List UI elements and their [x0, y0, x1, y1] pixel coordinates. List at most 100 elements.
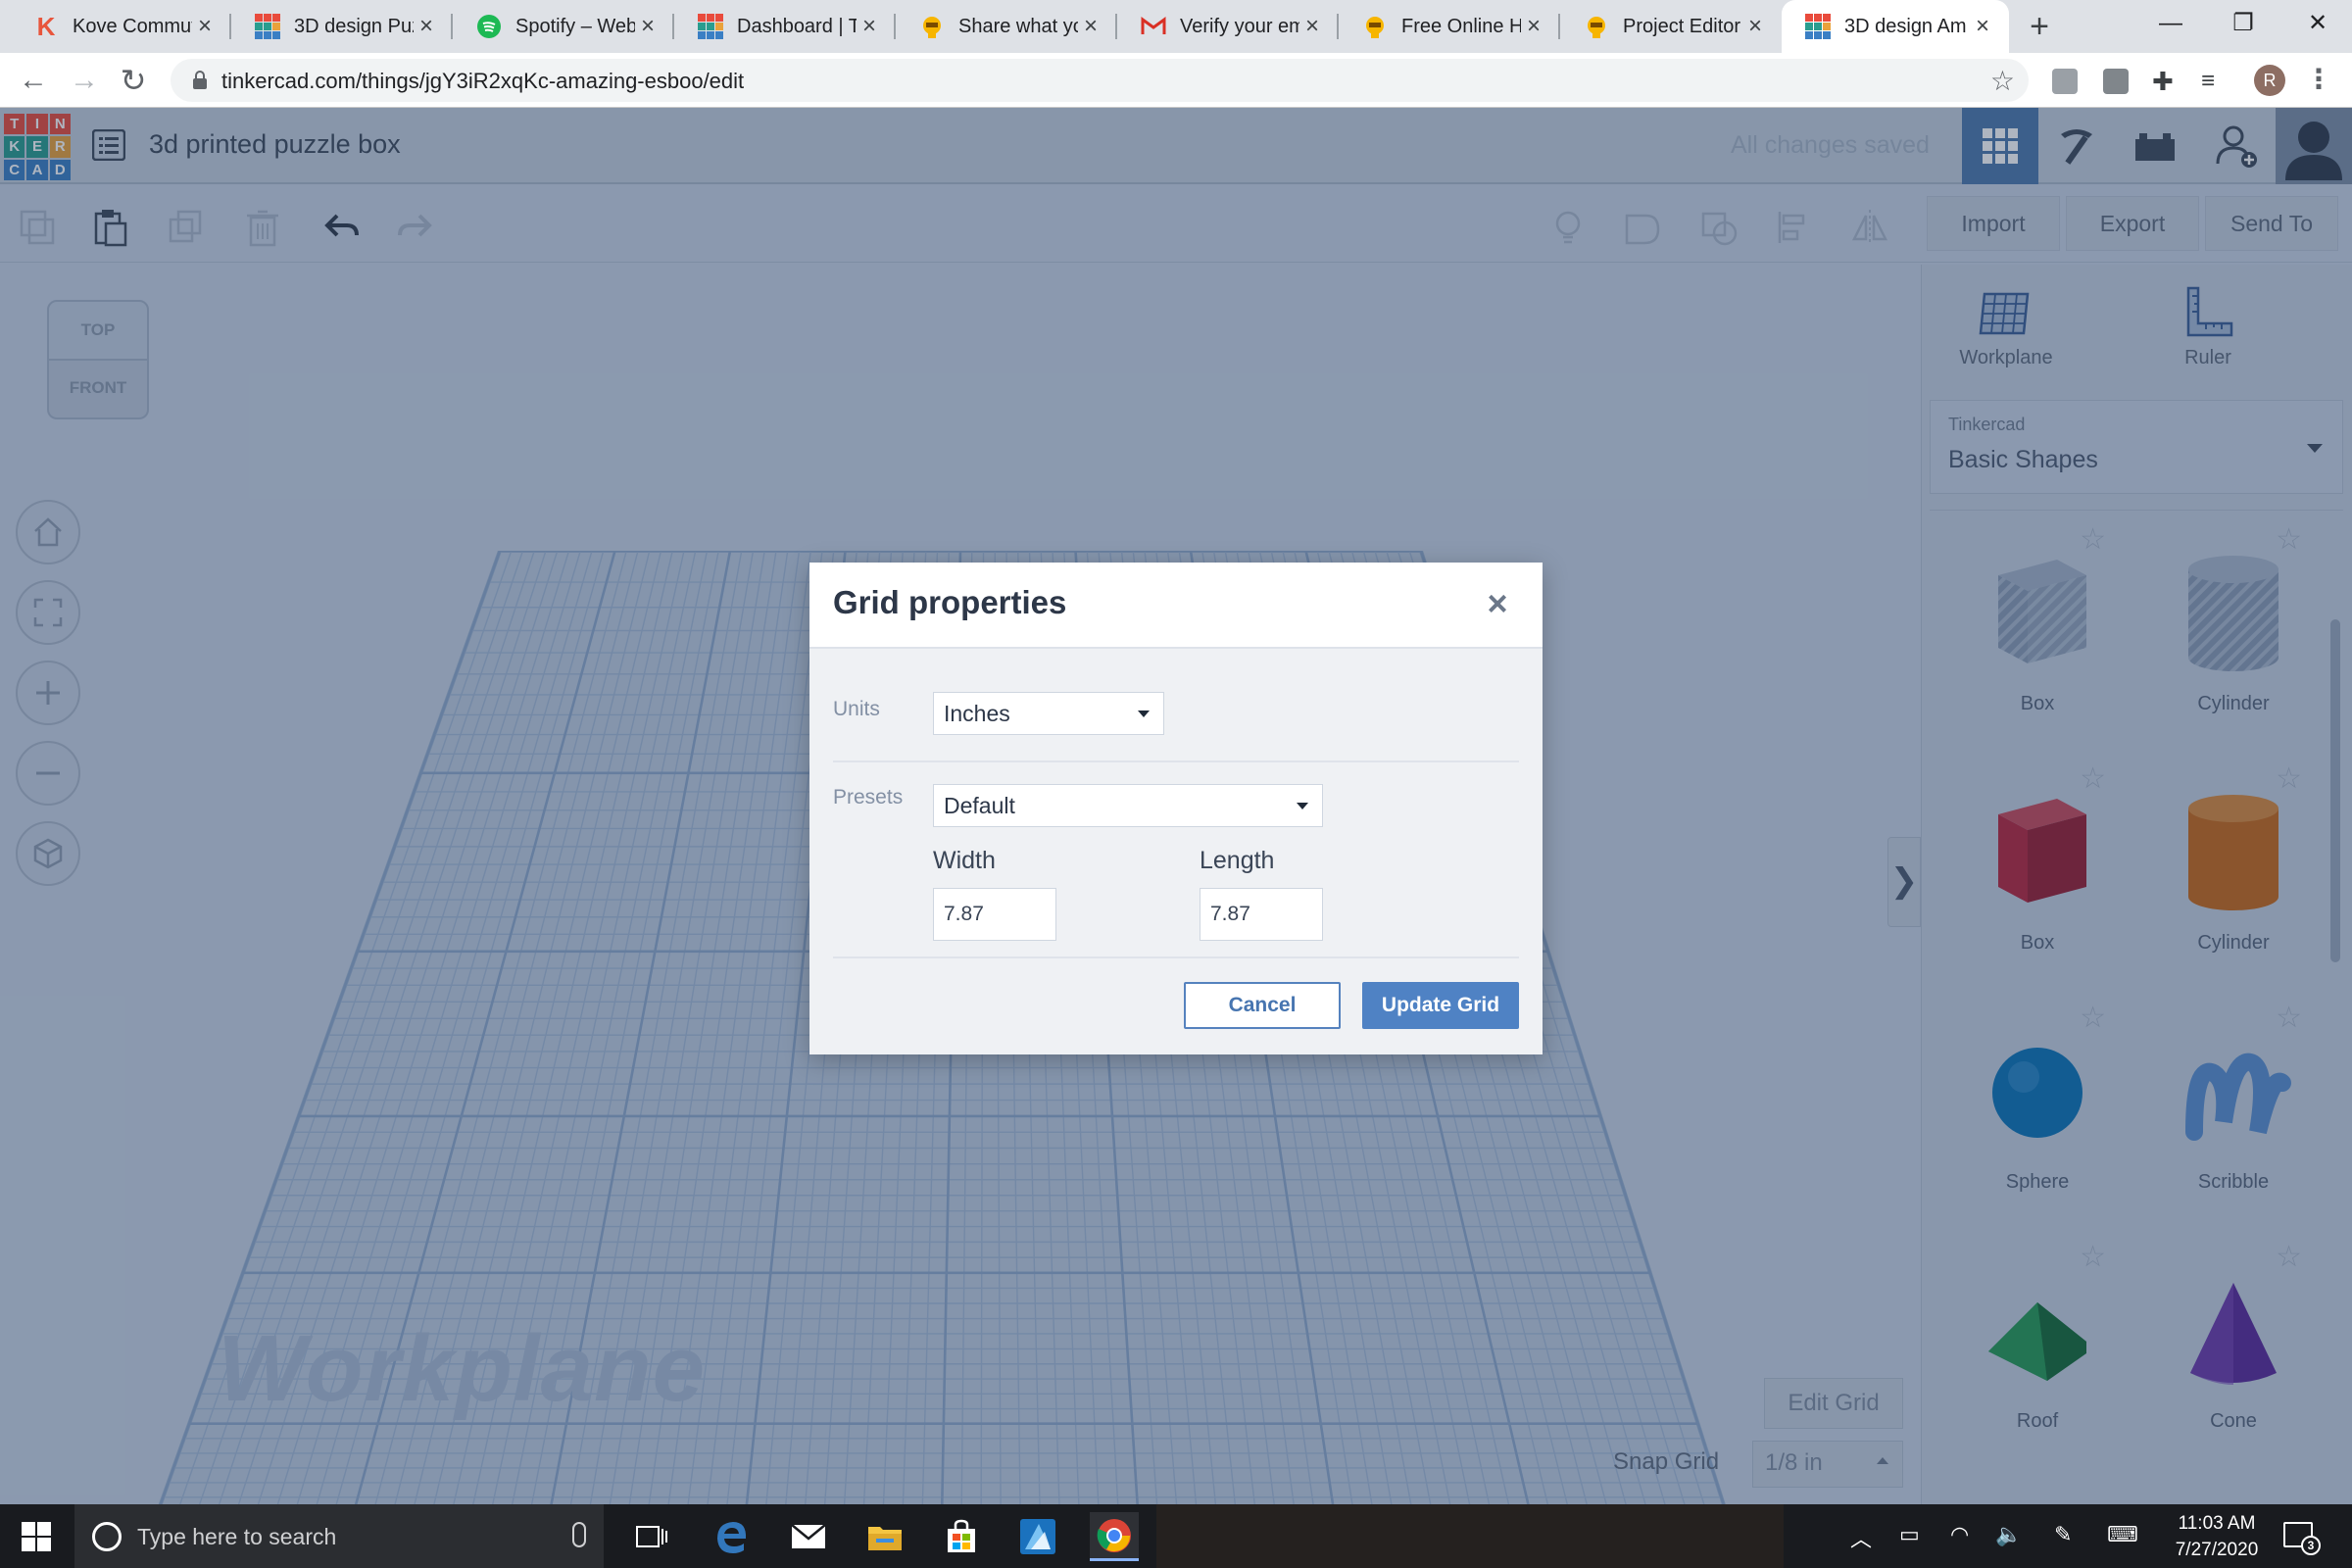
browser-tab[interactable]: 3D design Puz ×	[231, 0, 453, 53]
presets-label: Presets	[833, 786, 904, 808]
action-center-icon[interactable]: 3	[2283, 1522, 2321, 1555]
file-explorer-icon[interactable]	[860, 1512, 909, 1561]
extension-icon[interactable]	[2103, 69, 2129, 94]
instructables-robot-icon	[1584, 14, 1609, 39]
tab-title: Verify your em	[1180, 15, 1299, 37]
affinity-designer-icon[interactable]	[1013, 1512, 1062, 1561]
width-label: Width	[933, 847, 996, 874]
volume-icon[interactable]: 🔈	[1995, 1522, 2022, 1547]
microsoft-store-icon[interactable]	[937, 1512, 986, 1561]
browser-tab[interactable]: Share what yo ×	[896, 0, 1117, 53]
chrome-icon[interactable]	[1090, 1512, 1139, 1561]
tinkercad-icon	[1805, 14, 1831, 39]
tab-title: Spotify – Web	[515, 15, 635, 37]
taskbar-search-placeholder: Type here to search	[137, 1524, 337, 1549]
browser-tab[interactable]: K Kove Commut ×	[10, 0, 231, 53]
dialog-header: Grid properties ×	[809, 563, 1543, 649]
length-label: Length	[1200, 847, 1275, 874]
extension-icon[interactable]	[2052, 69, 2078, 94]
tab-title: Project Editor	[1623, 15, 1741, 37]
close-tab-icon[interactable]: ×	[857, 13, 882, 40]
tinkercad-icon	[698, 14, 723, 39]
lock-icon	[193, 71, 207, 89]
media-queue-icon[interactable]: ≡	[2201, 69, 2227, 94]
browser-tab[interactable]: 3D design Am ×	[1782, 0, 2009, 53]
dialog-title: Grid properties	[833, 584, 1067, 620]
tab-title: 3D design Am	[1844, 15, 1967, 37]
divider	[833, 760, 1519, 762]
chevron-down-icon	[1297, 803, 1308, 809]
taskbar-search[interactable]: Type here to search	[74, 1504, 604, 1568]
tab-title: Kove Commut	[73, 15, 192, 37]
close-tab-icon[interactable]: ×	[1521, 13, 1546, 40]
browser-tab[interactable]: Free Online H ×	[1339, 0, 1560, 53]
tab-title: Share what yo	[958, 15, 1078, 37]
clock-date: 7/27/2020	[2175, 1540, 2259, 1560]
edge-browser-icon[interactable]	[708, 1512, 757, 1561]
close-tab-icon[interactable]: ×	[1742, 13, 1768, 40]
browser-tab[interactable]: Dashboard | T ×	[674, 0, 896, 53]
bookmark-star-icon[interactable]: ☆	[1990, 65, 2015, 97]
tinkercad-icon	[255, 14, 280, 39]
reload-icon[interactable]: ↻	[116, 63, 151, 98]
puzzle-extensions-icon[interactable]: ✚	[2152, 69, 2178, 94]
windows-taskbar: Type here to search ︿ ▭ ◠ 🔈 ✎ ⌨ 11:03 AM…	[0, 1504, 2352, 1568]
close-tab-icon[interactable]: ×	[1078, 13, 1103, 40]
new-tab-button[interactable]: +	[2021, 8, 2058, 45]
instructables-robot-icon	[919, 14, 945, 39]
presets-select[interactable]: Default	[933, 784, 1323, 827]
browser-tab-strip: K Kove Commut × 3D design Puz × Spotify – Web…	[0, 0, 2352, 53]
close-tab-icon[interactable]: ×	[635, 13, 661, 40]
profile-avatar[interactable]: R	[2254, 65, 2285, 96]
address-bar[interactable]: tinkercad.com/things/jgY3iR2xqKc-amazing…	[171, 59, 2029, 102]
notification-count: 3	[2301, 1536, 2321, 1555]
minimize-icon[interactable]: —	[2136, 0, 2205, 53]
close-tab-icon[interactable]: ×	[192, 13, 218, 40]
browser-tab[interactable]: Spotify – Web ×	[453, 0, 674, 53]
microphone-icon[interactable]	[572, 1522, 586, 1547]
close-tab-icon[interactable]: ×	[414, 13, 439, 40]
close-tab-icon[interactable]: ×	[1970, 13, 1995, 40]
instructables-robot-icon	[1362, 14, 1388, 39]
tab-title: 3D design Puz	[294, 15, 414, 37]
forward-icon[interactable]: →	[67, 63, 102, 98]
divider	[833, 956, 1519, 958]
units-label: Units	[833, 698, 880, 720]
grid-properties-dialog: Grid properties × Units Inches Presets D…	[809, 563, 1543, 1054]
chevron-down-icon	[1138, 710, 1150, 717]
units-select[interactable]: Inches	[933, 692, 1164, 735]
touch-keyboard-icon[interactable]: ⌨	[2107, 1522, 2138, 1547]
tab-title: Free Online H	[1401, 15, 1521, 37]
pen-ink-icon[interactable]: ✎	[2054, 1522, 2072, 1547]
length-field[interactable]	[1200, 888, 1323, 941]
width-field[interactable]	[933, 888, 1056, 941]
battery-icon[interactable]: ▭	[1899, 1522, 1920, 1547]
task-view-icon[interactable]	[627, 1512, 676, 1561]
clock-time: 11:03 AM	[2178, 1513, 2256, 1534]
close-tab-icon[interactable]: ×	[1299, 13, 1325, 40]
browser-menu-icon[interactable]: ⋮	[2305, 63, 2332, 95]
update-grid-button[interactable]: Update Grid	[1362, 982, 1519, 1029]
close-icon[interactable]: ×	[1478, 584, 1517, 623]
browser-tab[interactable]: Verify your em ×	[1117, 0, 1339, 53]
taskbar-wallpaper-strip	[1156, 1504, 1784, 1568]
wifi-icon[interactable]: ◠	[1950, 1522, 1969, 1547]
mail-icon[interactable]	[784, 1512, 833, 1561]
cortana-icon	[92, 1522, 122, 1551]
kove-k-icon: K	[36, 11, 56, 41]
browser-tab[interactable]: Project Editor ×	[1560, 0, 1782, 53]
show-hidden-icons-chevron[interactable]: ︿	[1850, 1522, 1872, 1553]
back-icon[interactable]: ←	[16, 63, 51, 98]
windows-start-icon[interactable]	[22, 1522, 51, 1551]
browser-toolbar: ← → ↻ tinkercad.com/things/jgY3iR2xqKc-a…	[0, 53, 2352, 108]
cancel-button[interactable]: Cancel	[1184, 982, 1341, 1029]
gmail-icon	[1141, 14, 1166, 39]
maximize-icon[interactable]: ❐	[2209, 0, 2278, 53]
taskbar-clock[interactable]: 11:03 AM 7/27/2020	[2168, 1510, 2266, 1563]
close-window-icon[interactable]: ✕	[2283, 0, 2352, 53]
presets-value: Default	[944, 793, 1015, 818]
tab-title: Dashboard | T	[737, 15, 857, 37]
spotify-icon	[476, 14, 502, 39]
url-text: tinkercad.com/things/jgY3iR2xqKc-amazing…	[221, 69, 745, 93]
units-value: Inches	[944, 701, 1010, 726]
